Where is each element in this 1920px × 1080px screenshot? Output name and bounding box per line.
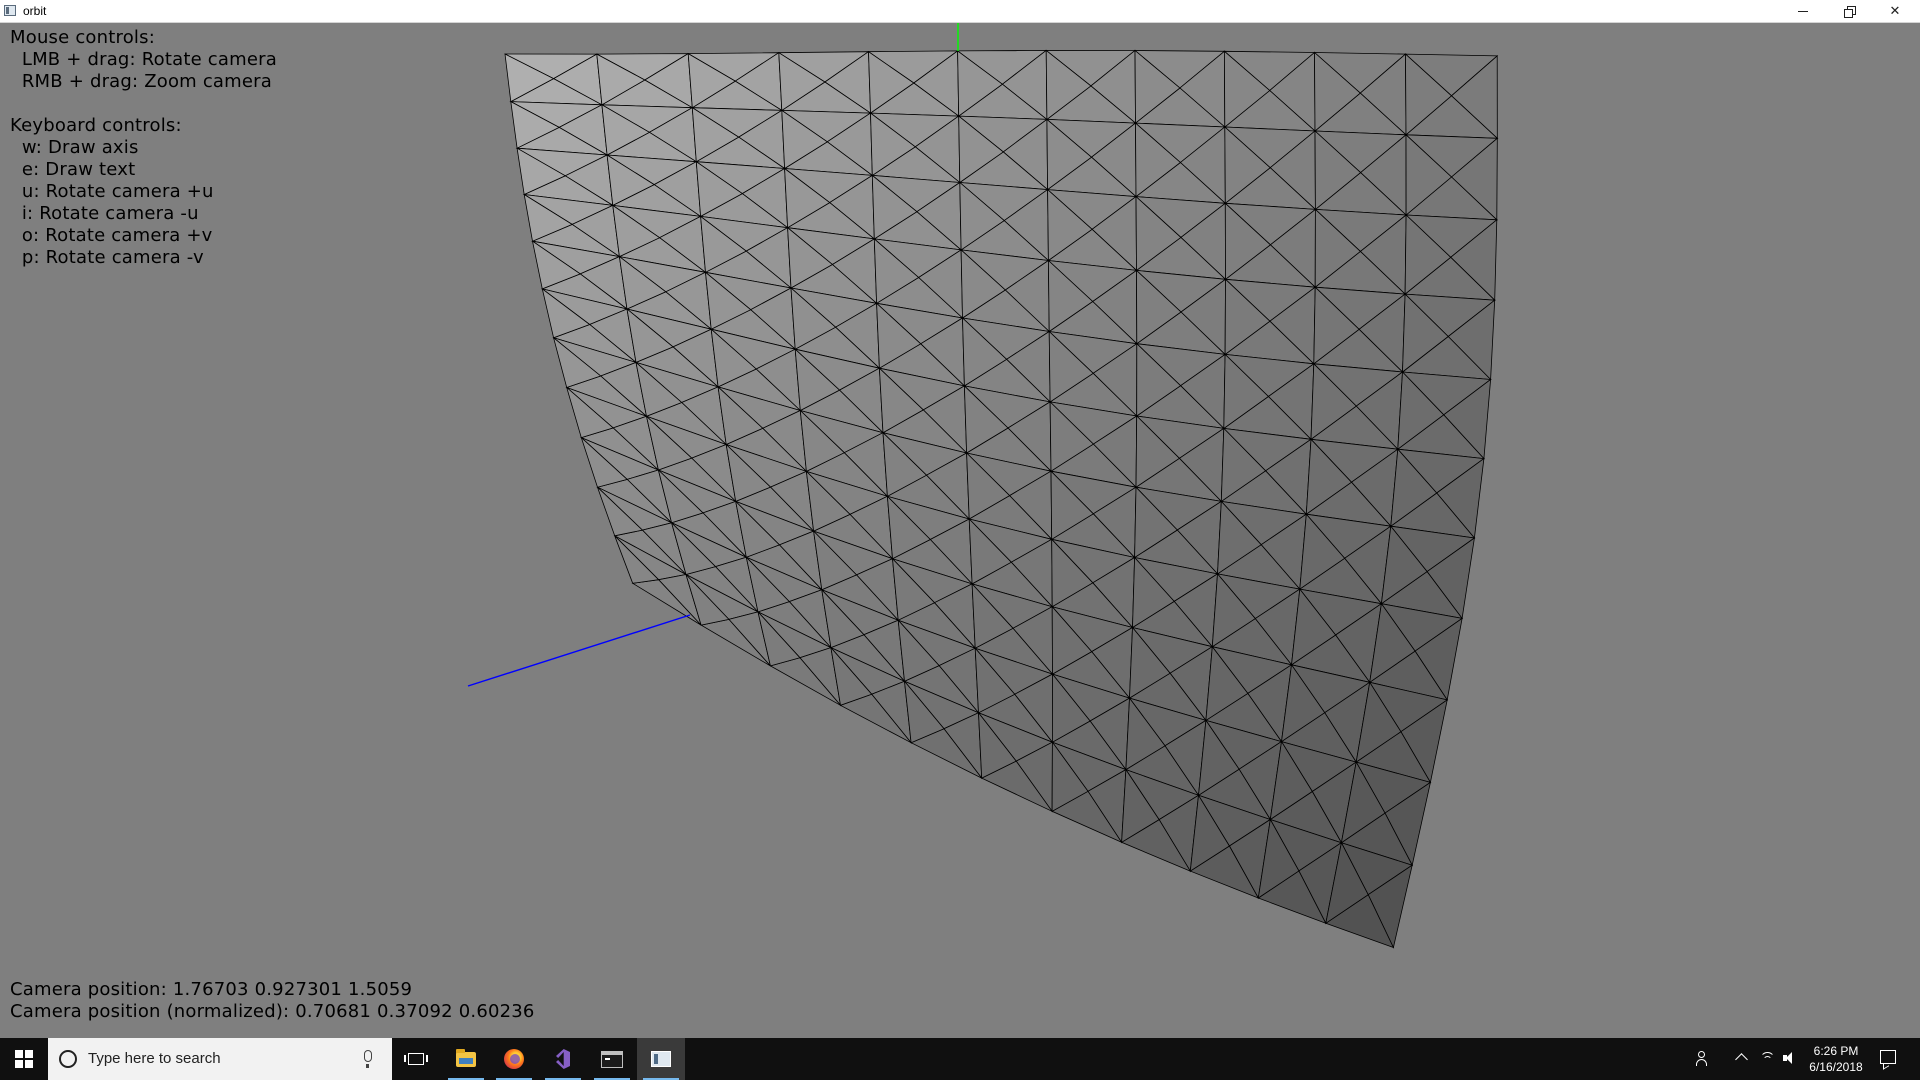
minimize-icon <box>1798 10 1808 12</box>
x-axis-line <box>467 614 691 687</box>
cortana-icon <box>59 1050 77 1068</box>
taskbar-search-box[interactable]: Type here to search <box>48 1038 392 1080</box>
orbit-app-button[interactable] <box>637 1038 685 1080</box>
clock-date: 6/16/2018 <box>1809 1060 1863 1074</box>
minimize-button[interactable] <box>1780 0 1826 22</box>
keyboard-control-i: i: Rotate camera -u <box>10 203 199 224</box>
restore-icon <box>1844 6 1856 18</box>
volume-icon[interactable] <box>1783 1052 1799 1066</box>
keyboard-controls-header: Keyboard controls: <box>10 115 182 136</box>
people-icon[interactable] <box>1696 1051 1712 1067</box>
chevron-up-icon[interactable] <box>1735 1053 1748 1066</box>
file-explorer-button[interactable] <box>442 1038 490 1080</box>
file-explorer-icon <box>456 1048 476 1067</box>
firefox-button[interactable] <box>490 1038 538 1080</box>
keyboard-control-w: w: Draw axis <box>10 137 139 158</box>
close-button[interactable]: ✕ <box>1872 0 1918 22</box>
close-icon: ✕ <box>1889 3 1901 18</box>
mouse-control-zoom: RMB + drag: Zoom camera <box>10 71 273 92</box>
wifi-icon[interactable] <box>1760 1050 1776 1066</box>
window-title: orbit <box>23 4 47 18</box>
taskbar-clock[interactable]: 6:26 PM 6/16/2018 <box>1800 1043 1872 1075</box>
keyboard-control-e: e: Draw text <box>10 159 136 180</box>
notifications-icon[interactable] <box>1880 1050 1896 1064</box>
taskbar: Type here to search 6:26 PM 6/16/2018 <box>0 1038 1920 1080</box>
visual-studio-button[interactable] <box>539 1038 587 1080</box>
firefox-icon <box>504 1049 524 1069</box>
microphone-icon[interactable] <box>364 1050 372 1068</box>
task-view-icon <box>404 1053 428 1065</box>
orbit-app-icon <box>651 1051 671 1067</box>
visual-studio-icon <box>553 1049 573 1069</box>
start-button[interactable] <box>0 1038 48 1080</box>
mouse-controls-header: Mouse controls: <box>10 27 155 48</box>
keyboard-control-u: u: Rotate camera +u <box>10 181 214 202</box>
mesh-canvas[interactable] <box>0 23 1920 1038</box>
console-button[interactable] <box>588 1038 636 1080</box>
keyboard-control-p: p: Rotate camera -v <box>10 247 204 268</box>
render-viewport[interactable]: Mouse controls: LMB + drag: Rotate camer… <box>0 23 1920 1038</box>
app-icon <box>4 5 16 16</box>
mouse-control-rotate: LMB + drag: Rotate camera <box>10 49 277 70</box>
title-bar[interactable]: orbit ✕ <box>0 0 1920 23</box>
keyboard-control-o: o: Rotate camera +v <box>10 225 213 246</box>
camera-position-normalized: Camera position (normalized): 0.70681 0.… <box>10 1001 535 1022</box>
restore-button[interactable] <box>1826 0 1872 22</box>
task-view-button[interactable] <box>392 1038 440 1080</box>
windows-logo-icon <box>15 1050 33 1068</box>
console-icon <box>601 1050 623 1068</box>
camera-position: Camera position: 1.76703 0.927301 1.5059 <box>10 979 413 1000</box>
search-placeholder: Type here to search <box>88 1050 221 1067</box>
clock-time: 6:26 PM <box>1813 1044 1859 1058</box>
mesh-surface <box>504 49 1499 949</box>
